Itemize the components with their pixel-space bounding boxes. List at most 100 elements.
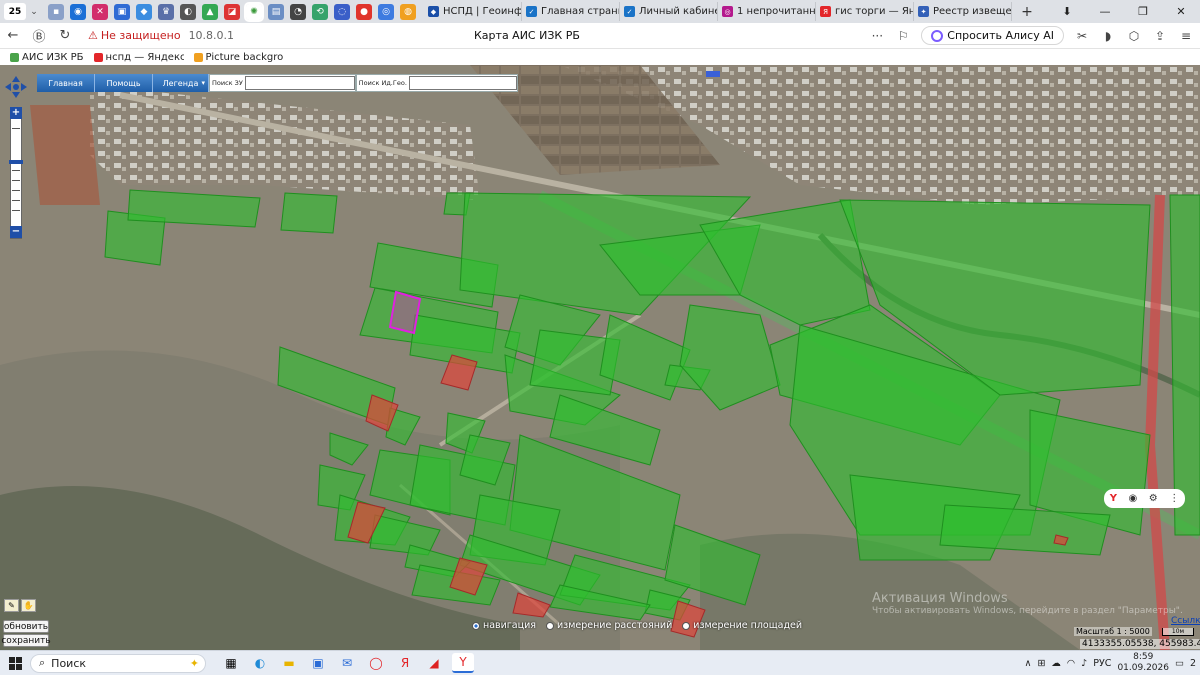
pinned-tab-icon[interactable]: ▪ bbox=[48, 3, 64, 20]
help-button[interactable]: Помощь bbox=[95, 74, 153, 92]
yandex-icon[interactable]: Y bbox=[1110, 493, 1117, 504]
gear-icon[interactable]: ⚙ bbox=[1149, 493, 1158, 504]
pinned-tab-icon[interactable]: ◔ bbox=[290, 3, 306, 20]
more-icon[interactable]: ⋮ bbox=[1169, 493, 1179, 504]
pinned-tab-icon[interactable]: ◐ bbox=[180, 3, 196, 20]
coordinates-readout: 4133355.05538, 455983.45035 bbox=[1080, 639, 1200, 649]
scale-label: Масштаб 1 : 5000 bbox=[1074, 627, 1152, 636]
zoom-in-icon[interactable]: + bbox=[10, 107, 22, 119]
pinned-tab-icon[interactable]: ◍ bbox=[400, 3, 416, 20]
clock[interactable]: 8:59 01.09.2026 bbox=[1117, 652, 1169, 674]
opera-icon[interactable]: ◯ bbox=[365, 653, 387, 673]
pinned-tab-icon[interactable]: ✕ bbox=[92, 3, 108, 20]
pinned-tab-icon[interactable]: ♛ bbox=[158, 3, 174, 20]
pan-arrows-icon[interactable] bbox=[5, 76, 27, 98]
yandex-app-icon[interactable]: Я bbox=[394, 653, 416, 673]
url-field[interactable]: 10.8.0.1 bbox=[189, 29, 234, 42]
pinned-tab-icon[interactable]: ◆ bbox=[136, 3, 152, 20]
browser-tab[interactable]: ✓ Личный кабинет bbox=[620, 2, 718, 21]
save-button[interactable]: сохранить bbox=[1, 634, 51, 647]
browser-tab[interactable]: Ягис торги — Янде bbox=[816, 2, 914, 21]
eye-icon[interactable]: ◉ bbox=[1129, 493, 1138, 504]
app-icon[interactable]: ◢ bbox=[423, 653, 445, 673]
share-icon[interactable]: ⇪ bbox=[1152, 29, 1168, 43]
alice-button[interactable]: Спросить Алису AI bbox=[921, 26, 1064, 45]
mode-navigation[interactable]: навигация bbox=[472, 620, 536, 631]
back-arrow-icon[interactable]: ← bbox=[0, 28, 26, 43]
bookmark-item[interactable]: Picture backgroun bbox=[193, 52, 284, 63]
ai-home-icon[interactable]: Ⓑ bbox=[26, 26, 52, 45]
more-icon[interactable]: ··· bbox=[869, 29, 885, 43]
reference-link[interactable]: Ссылка bbox=[1171, 616, 1200, 626]
bookmark-item[interactable]: АИС ИЗК РБ bbox=[10, 52, 84, 63]
zoom-out-icon[interactable]: − bbox=[10, 226, 22, 238]
yandex-browser-icon[interactable]: Y bbox=[452, 653, 474, 673]
security-indicator[interactable]: ⚠ Не защищено bbox=[88, 29, 181, 42]
cloud-icon[interactable]: ☁ bbox=[1051, 658, 1061, 669]
outlook-icon[interactable]: ✉ bbox=[336, 653, 358, 673]
language-indicator[interactable]: РУС bbox=[1093, 658, 1111, 669]
draw-tool-icon[interactable]: ✎ bbox=[4, 599, 19, 612]
tab-label: гис торги — Янде bbox=[835, 6, 914, 17]
browser-tab[interactable]: ◎ 1 непрочитанный bbox=[718, 2, 816, 21]
chevron-down-icon[interactable]: ⌄ bbox=[26, 7, 42, 17]
clock-date: 01.09.2026 bbox=[1117, 663, 1169, 673]
home-button[interactable]: Главная bbox=[37, 74, 95, 92]
store-icon[interactable]: ▣ bbox=[307, 653, 329, 673]
downloads-icon[interactable]: ⬇ bbox=[1048, 5, 1086, 18]
mode-area[interactable]: измерение площадей bbox=[682, 620, 802, 631]
start-button[interactable] bbox=[0, 656, 30, 670]
zoom-slider[interactable]: + − bbox=[9, 107, 23, 239]
browser-tab[interactable]: ◆ НСПД | Геоинфор bbox=[424, 2, 522, 21]
pinned-tab-icon[interactable]: ◪ bbox=[224, 3, 240, 20]
folder-icon[interactable]: ▬ bbox=[278, 653, 300, 673]
menu-icon[interactable]: ≡ bbox=[1178, 29, 1194, 43]
mode-label: измерение площадей bbox=[693, 620, 803, 631]
browser-tab[interactable]: ✓ Главная страниц bbox=[522, 2, 620, 21]
selected-parcel[interactable] bbox=[388, 290, 422, 335]
chevron-up-icon[interactable]: ∧ bbox=[1024, 658, 1031, 669]
puzzle-icon[interactable]: ⬡ bbox=[1126, 29, 1142, 43]
refresh-button[interactable]: обновить bbox=[3, 620, 49, 633]
extension-icon[interactable]: ◗ bbox=[1100, 29, 1116, 43]
pinned-tab-icon[interactable]: ▤ bbox=[268, 3, 284, 20]
pinned-tab-icon[interactable]: ▣ bbox=[114, 3, 130, 20]
mode-selector: навигация измерение расстояний измерение… bbox=[472, 620, 802, 631]
volume-icon[interactable]: ♪ bbox=[1081, 658, 1087, 669]
satellite-map-canvas bbox=[0, 65, 1200, 650]
bookmark-icon[interactable]: ⚐ bbox=[895, 29, 911, 43]
tab-label: 1 непрочитанный bbox=[737, 6, 816, 17]
extension-icon[interactable]: ✂ bbox=[1074, 29, 1090, 43]
browser-tab[interactable]: ✦ Реестр извещени bbox=[914, 2, 1012, 21]
pinned-tab-icon[interactable]: ▲ bbox=[202, 3, 218, 20]
zoom-tick bbox=[12, 170, 20, 171]
pinned-tab-icon[interactable]: ◉ bbox=[70, 3, 86, 20]
mode-distance[interactable]: измерение расстояний bbox=[545, 620, 672, 631]
pinned-tab-icon[interactable]: ⟲ bbox=[312, 3, 328, 20]
map-viewport[interactable]: + − Главная Помощь Легенда Поиск ЗУ Поис… bbox=[0, 65, 1200, 650]
task-view-icon[interactable]: ▦ bbox=[220, 653, 242, 673]
pinned-tab-icon[interactable]: ◎ bbox=[378, 3, 394, 20]
close-icon[interactable]: ✕ bbox=[1162, 5, 1200, 18]
notifications-icon[interactable]: ▭ bbox=[1175, 658, 1184, 669]
radio-icon bbox=[472, 621, 480, 630]
pinned-tab-icon[interactable]: ◌ bbox=[334, 3, 350, 20]
wifi-icon[interactable]: ◠ bbox=[1067, 658, 1075, 669]
new-tab-button[interactable]: + bbox=[1018, 4, 1036, 20]
search-id-input[interactable] bbox=[408, 76, 517, 90]
taskbar-search[interactable]: ⌕ Поиск ✦ bbox=[30, 653, 206, 673]
edge-icon[interactable]: ◐ bbox=[249, 653, 271, 673]
reload-icon[interactable]: ↻ bbox=[52, 28, 78, 43]
pinned-tab-icon[interactable]: ✺ bbox=[244, 1, 264, 22]
system-tray: ∧ ⊞ ☁ ◠ ♪ РУС 8:59 01.09.2026 ▭ 2 bbox=[1024, 652, 1196, 674]
layers-tool-icon[interactable]: ✋ bbox=[21, 599, 36, 612]
legend-button[interactable]: Легенда bbox=[153, 74, 209, 92]
zoom-slider-handle[interactable] bbox=[9, 160, 23, 164]
bookmark-item[interactable]: нспд — Яндекс: н bbox=[93, 52, 184, 63]
search-zu-input[interactable] bbox=[244, 76, 355, 90]
network-icon[interactable]: ⊞ bbox=[1037, 658, 1045, 669]
maximize-icon[interactable]: ❐ bbox=[1124, 5, 1162, 18]
pinned-tab-icon[interactable]: ● bbox=[356, 3, 372, 20]
minimize-icon[interactable]: — bbox=[1086, 5, 1124, 18]
tab-count-badge[interactable]: 25 bbox=[4, 3, 26, 20]
